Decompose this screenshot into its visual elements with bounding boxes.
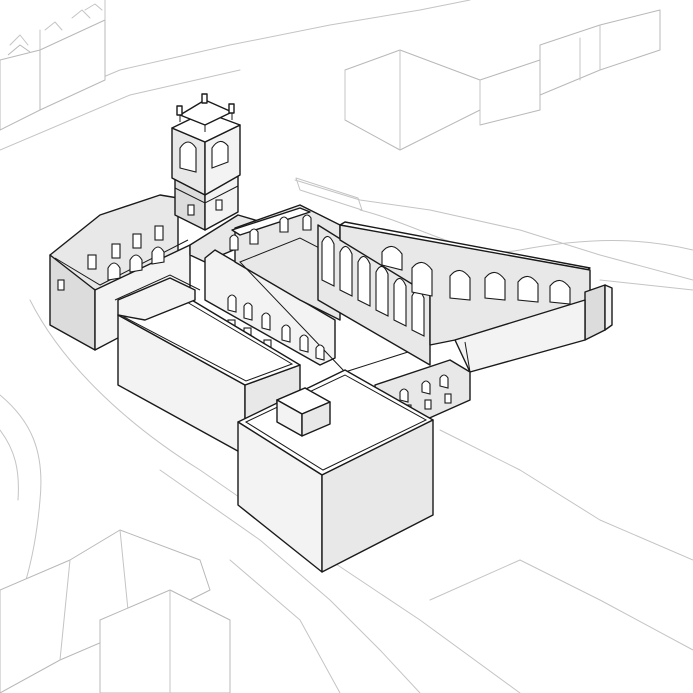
context-blocks-southwest: [0, 529, 231, 693]
site-boundary-south-2: [439, 429, 693, 561]
east-arcade-end-left: [584, 284, 606, 341]
axonometric-site-drawing: [0, 0, 693, 693]
road-edge-east-2: [599, 279, 693, 291]
tower-arch-left: [179, 141, 197, 173]
site-context: [0, 0, 693, 693]
bell-tower: [171, 93, 241, 231]
context-blocks-northeast: [344, 9, 661, 151]
tower-finial-left: [176, 105, 183, 116]
east-arcade-end-right: [604, 284, 613, 331]
road-diagonal-south-2: [229, 559, 341, 693]
tower-finial-center: [201, 93, 208, 104]
road-strip: [295, 177, 363, 211]
building-complex: [49, 93, 613, 573]
context-houses-northwest: [0, 0, 106, 131]
road-curve-west-2: [0, 429, 19, 501]
site-boundary-south-3: [429, 559, 693, 651]
tower-finial-right: [228, 103, 235, 114]
